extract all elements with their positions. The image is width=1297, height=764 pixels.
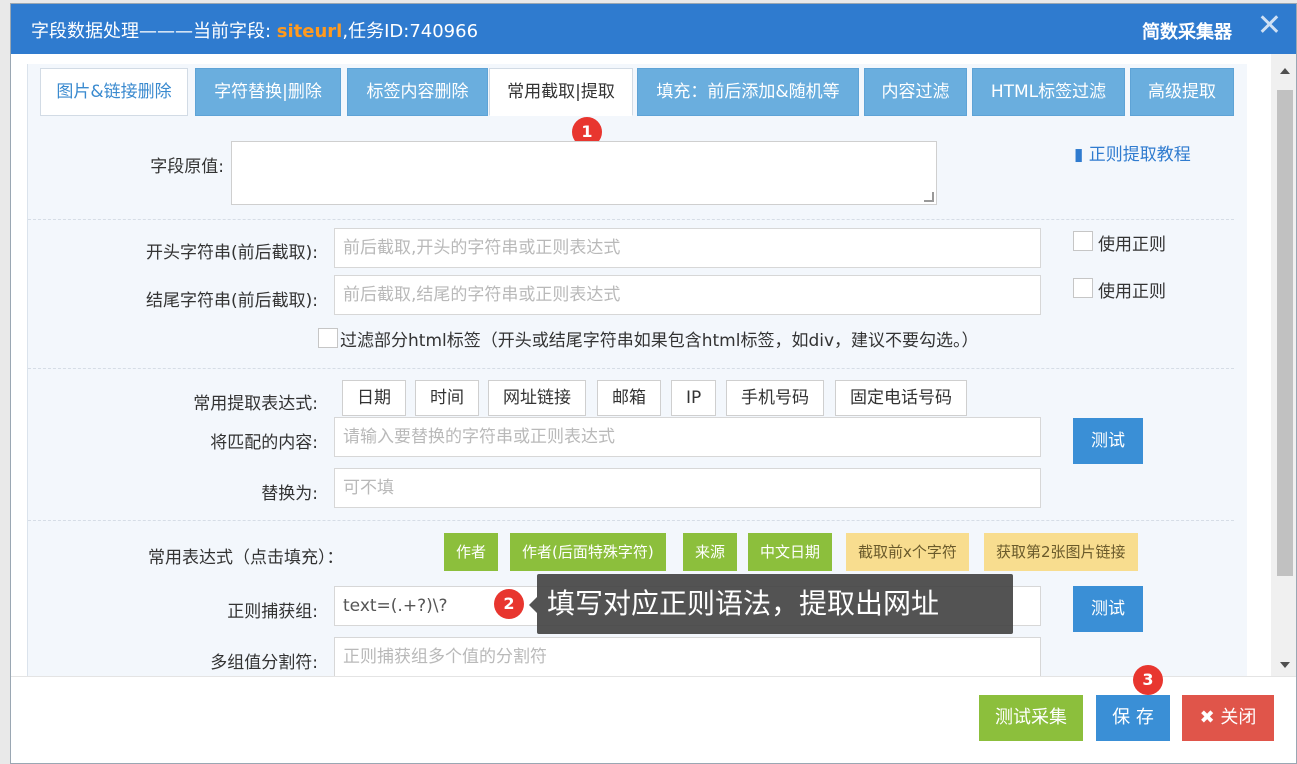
extract-email-button[interactable]: 邮箱 (597, 380, 661, 416)
brand-name: 简数采集器 (1142, 22, 1232, 43)
tab-string-replace[interactable]: 字符替换|删除 (195, 68, 341, 116)
resize-grip-icon[interactable] (924, 192, 934, 202)
close-icon[interactable]: ✕ (1257, 8, 1282, 43)
close-button[interactable]: ✖ 关闭 (1182, 695, 1274, 741)
regex-chip-author-special[interactable]: 作者(后面特殊字符) (510, 533, 666, 571)
hint-tooltip: 填写对应正则语法，提取出网址 (537, 574, 1013, 634)
tab-fill[interactable]: 填充：前后添加&随机等 (637, 68, 859, 116)
task-id-text: ,任务ID:740966 (342, 21, 479, 42)
capture-group-label: 正则捕获组: (227, 602, 318, 622)
end-string-input[interactable]: 前后截取,结尾的字符串或正则表达式 (334, 275, 1041, 315)
tab-advanced-extract[interactable]: 高级提取 (1130, 68, 1234, 116)
extract-phone-button[interactable]: 固定电话号码 (835, 380, 967, 416)
regex-chip-source[interactable]: 来源 (683, 533, 738, 571)
common-extract-label: 常用提取表达式: (193, 394, 318, 414)
dialog-title: 字段数据处理———当前字段: siteurl,任务ID:740966 (31, 17, 478, 43)
replace-input[interactable]: 可不填 (334, 468, 1041, 508)
scroll-thumb[interactable] (1277, 90, 1293, 576)
regex-tutorial-text: 正则提取教程 (1088, 145, 1191, 165)
regex-tutorial-link[interactable]: ▮ 正则提取教程 (1074, 140, 1191, 165)
tab-common-extract[interactable]: 常用截取|提取 (489, 68, 633, 116)
common-regex-label: 常用表达式（点击填充）： (148, 548, 344, 568)
current-field-name: siteurl (276, 21, 343, 42)
regex-chip-first-x-chars[interactable]: 截取前x个字符 (846, 533, 969, 571)
extract-mobile-button[interactable]: 手机号码 (726, 380, 824, 416)
extract-time-button[interactable]: 时间 (415, 380, 479, 416)
start-use-regex-checkbox[interactable] (1073, 231, 1093, 251)
end-use-regex-checkbox[interactable] (1073, 278, 1093, 298)
start-string-input[interactable]: 前后截取,开头的字符串或正则表达式 (334, 228, 1041, 268)
step-badge-3: 3 (1133, 665, 1163, 695)
test-collect-button[interactable]: 测试采集 (979, 695, 1083, 741)
vertical-scrollbar[interactable] (1271, 54, 1296, 676)
regex-chip-second-image-link[interactable]: 获取第2张图片链接 (984, 533, 1138, 571)
tab-tag-content-delete[interactable]: 标签内容删除 (347, 68, 488, 116)
scroll-down-arrow-icon[interactable] (1280, 662, 1290, 668)
section-divider (28, 219, 1234, 220)
test-capture-button[interactable]: 测试 (1073, 586, 1143, 632)
step-badge-2: 2 (494, 589, 524, 619)
regex-chip-author[interactable]: 作者 (444, 533, 499, 571)
start-use-regex-label: 使用正则 (1098, 235, 1166, 255)
tab-content-filter[interactable]: 内容过滤 (864, 68, 967, 116)
replace-label: 替换为: (261, 484, 318, 504)
separator-input[interactable]: 正则捕获组多个值的分割符 (334, 637, 1041, 676)
match-input[interactable]: 请输入要替换的字符串或正则表达式 (334, 417, 1041, 457)
extract-date-button[interactable]: 日期 (342, 380, 406, 416)
tab-html-tag-filter[interactable]: HTML标签过滤 (972, 68, 1125, 116)
section-divider (28, 368, 1234, 369)
close-x-icon: ✖ (1199, 707, 1215, 728)
filter-html-label: 过滤部分html标签（开头或结尾字符串如果包含html标签，如div，建议不要勾… (340, 331, 979, 351)
original-value-label: 字段原值: (150, 157, 224, 177)
start-string-label: 开头字符串(前后截取): (146, 243, 318, 263)
save-button[interactable]: 保 存 (1096, 695, 1170, 741)
separator-label: 多组值分割符: (210, 653, 318, 673)
extract-url-button[interactable]: 网址链接 (488, 380, 586, 416)
dialog-titlebar: 字段数据处理———当前字段: siteurl,任务ID:740966 简数采集器… (11, 4, 1296, 54)
title-prefix: 字段数据处理———当前字段: (31, 21, 277, 42)
tab-image-link-delete[interactable]: 图片&链接删除 (40, 68, 188, 116)
scroll-up-arrow-icon[interactable] (1280, 68, 1290, 74)
original-value-textarea[interactable] (231, 141, 937, 205)
filter-html-checkbox[interactable] (318, 328, 338, 348)
match-label: 将匹配的内容: (210, 433, 318, 453)
close-button-label: 关闭 (1220, 707, 1257, 728)
extract-ip-button[interactable]: IP (671, 380, 717, 416)
end-use-regex-label: 使用正则 (1098, 282, 1166, 302)
dialog-footer: 测试采集 保 存 ✖ 关闭 (11, 676, 1296, 763)
section-divider (28, 520, 1234, 521)
book-icon: ▮ (1074, 145, 1089, 165)
tooltip-arrow (529, 597, 537, 613)
field-processing-dialog: 字段数据处理———当前字段: siteurl,任务ID:740966 简数采集器… (10, 3, 1297, 764)
end-string-label: 结尾字符串(前后截取): (146, 291, 318, 311)
regex-chip-chinese-date[interactable]: 中文日期 (748, 533, 833, 571)
test-match-button[interactable]: 测试 (1073, 418, 1143, 464)
